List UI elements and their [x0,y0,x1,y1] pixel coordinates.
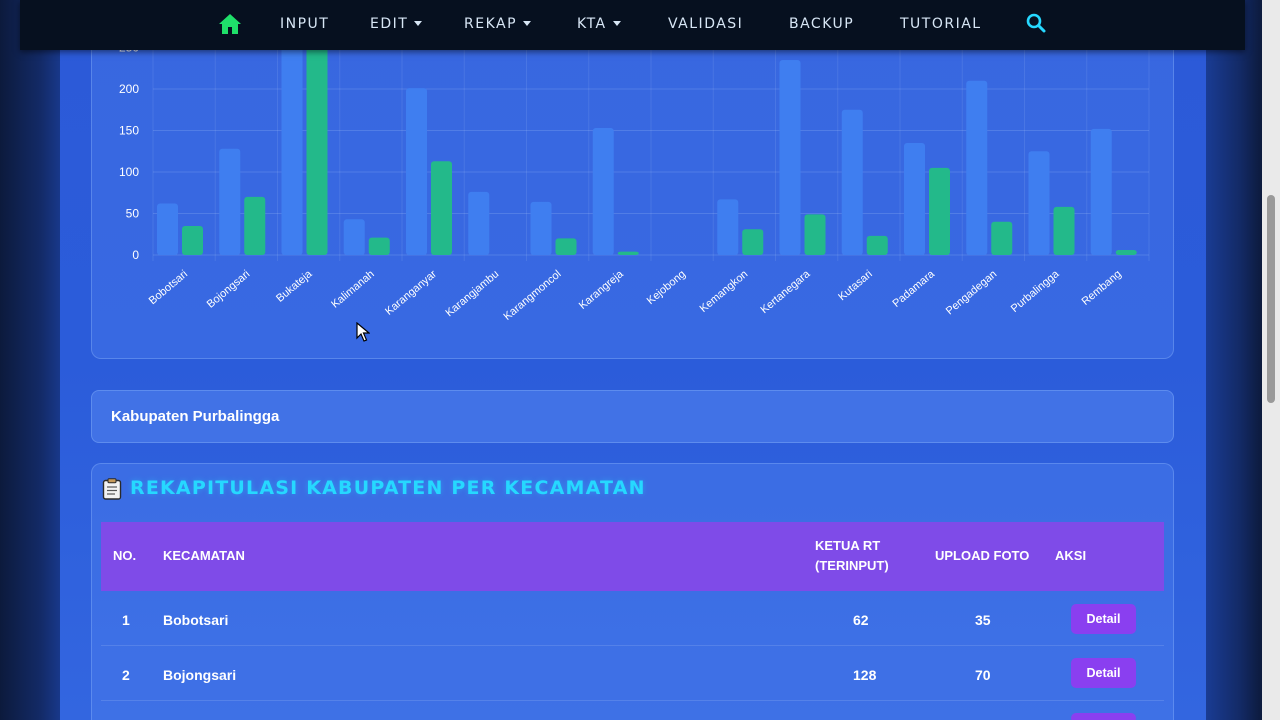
chart-bar [804,214,826,255]
chart-bar [592,128,614,255]
chart-bar [1053,206,1075,255]
chart-bar [468,191,490,255]
row-no: 1 [122,612,130,628]
nav-item-label: INPUT [280,16,330,32]
row-no: 2 [122,667,130,683]
header-ketua-line1: KETUA RT [815,538,881,553]
x-tick-label: Karanganyar [383,268,439,318]
row-upload: 70 [975,667,991,683]
chart-bar [431,161,452,255]
table-row: 2 Bojongsari 128 70 Detail [101,647,1164,701]
nav-item-tutorial[interactable]: TUTORIAL [900,16,982,32]
chart-bar [779,59,801,256]
page-scrollbar[interactable] [1262,0,1280,720]
chart-bar [368,237,390,255]
nav-item-label: VALIDASI [668,16,744,32]
header-ketua-rt: KETUA RT (TERINPUT) [815,536,889,576]
row-ketua: 128 [853,667,877,683]
x-tick-label: Rembang [1080,268,1124,308]
chart-bar [244,196,266,255]
chart-bar [1115,250,1137,255]
y-tick-label: 200 [119,82,139,96]
mouse-cursor-icon [356,322,370,342]
kabupaten-card: Kabupaten Purbalingga [91,390,1174,443]
y-tick-label: 50 [126,207,140,221]
chart-bar [343,219,365,255]
chart-bar [617,251,639,255]
chart-bar [966,80,988,255]
nav-item-label: BACKUP [789,16,855,32]
table-header: NO. KECAMATAN KETUA RT (TERINPUT) UPLOAD… [101,522,1164,591]
nav-item-input[interactable]: INPUT [280,16,329,32]
chart-bar [866,235,888,255]
x-tick-label: Padamara [890,268,937,310]
rekap-title: REKAPITULASI KABUPATEN PER KECAMATAN [130,477,646,499]
table-row: 1 Bobotsari 62 35 Detail [101,592,1164,646]
chart-bar [182,225,203,255]
x-tick-label: Karangjambu [443,268,501,319]
caret-down-icon [414,21,423,26]
top-navbar: INPUT EDIT REKAP KTA VALIDASI BACKUP TUTORIAL [20,0,1245,50]
chart-bar [717,199,739,255]
y-tick-label: 150 [119,124,139,138]
chart-bar [991,221,1013,255]
y-tick-label: 100 [119,165,139,179]
nav-item-label: REKAP [464,16,518,32]
chart-bar [929,167,950,255]
row-kecamatan: Bojongsari [163,667,237,683]
chart-bar [281,40,303,255]
chart-bar [841,109,863,255]
chart-bar [219,148,241,255]
chart-bar [742,229,764,255]
header-no: NO. [113,548,137,563]
x-tick-label: Kejobong [645,268,688,307]
chart-bar [1090,128,1112,255]
x-tick-label: Bojongsari [205,268,253,311]
header-upload-foto: UPLOAD FOTO [935,548,1030,563]
header-kecamatan: KECAMATAN [163,548,245,563]
home-icon[interactable] [218,12,242,36]
detail-button[interactable]: Detail [1071,658,1136,688]
caret-down-icon [523,21,532,26]
nav-item-rekap[interactable]: REKAP [464,16,532,32]
x-tick-label: Pengadegan [944,268,1000,317]
chart-bar [530,201,552,255]
y-tick-label: 0 [132,248,139,262]
x-tick-label: Bobotsari [147,268,190,307]
detail-button[interactable]: Detail [1071,604,1136,634]
caret-down-icon [612,21,621,26]
chart-bar [306,40,328,255]
nav-item-label: EDIT [370,16,409,32]
nav-item-kta[interactable]: KTA [577,16,621,32]
x-tick-label: Kemangkon [698,268,751,315]
bar-chart: 050100150200250BobotsariBojongsariBukate… [119,40,1150,323]
nav-item-label: KTA [577,16,607,32]
x-tick-label: Karangreja [577,268,627,312]
x-tick-label: Bukateja [274,268,315,305]
x-tick-label: Kutasari [836,268,875,303]
scrollbar-thumb[interactable] [1267,195,1275,403]
nav-item-edit[interactable]: EDIT [370,16,423,32]
chart-bar [1028,151,1050,255]
nav-item-backup[interactable]: BACKUP [789,16,854,32]
kabupaten-label: Kabupaten Purbalingga [111,408,280,425]
row-upload: 35 [975,612,991,628]
x-tick-label: Kertanegara [758,268,813,317]
x-tick-label: Karangmoncol [501,268,563,323]
chart-bar [157,203,178,255]
chart-bar [904,142,925,255]
header-ketua-line2: (TERINPUT) [815,558,889,573]
row-ketua: 62 [853,612,869,628]
header-aksi: AKSI [1055,548,1087,563]
detail-button-partial[interactable] [1071,713,1136,720]
x-tick-label: Kalimanah [329,268,377,311]
row-kecamatan: Bobotsari [163,612,229,628]
search-icon[interactable] [1025,12,1047,34]
nav-item-validasi[interactable]: VALIDASI [668,16,743,32]
chart-bar [555,238,577,255]
chart-bar [406,88,427,255]
x-tick-label: Purbalingga [1009,268,1062,315]
clipboard-icon [102,478,122,500]
nav-item-label: TUTORIAL [900,16,982,32]
